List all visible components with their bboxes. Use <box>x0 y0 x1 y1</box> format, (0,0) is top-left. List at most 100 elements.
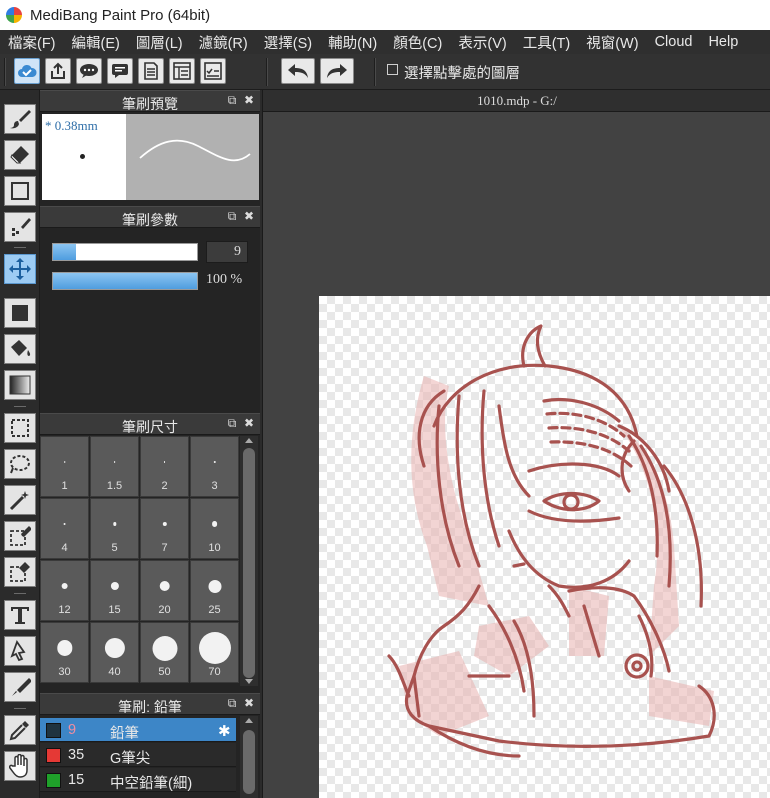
eyedropper-tool[interactable] <box>4 715 36 745</box>
move-tool[interactable] <box>4 254 36 284</box>
scrollbar-thumb[interactable] <box>243 448 255 678</box>
brush-size-dot <box>112 522 117 526</box>
brush-opacity-value: 100 % <box>206 272 243 287</box>
brush-tool[interactable] <box>4 104 36 134</box>
brush-opacity-slider[interactable] <box>52 272 198 290</box>
brush-list-item[interactable]: 9 鉛筆 ✱ <box>40 718 236 742</box>
gear-icon[interactable]: ✱ <box>218 722 231 740</box>
brush-size-value[interactable]: 9 <box>206 241 248 263</box>
scroll-up-icon[interactable] <box>245 718 253 723</box>
checklist-button[interactable] <box>200 58 226 84</box>
brush-size-cell[interactable]: 2 <box>140 436 189 497</box>
scroll-up-icon[interactable] <box>245 438 253 443</box>
brush-size-dot <box>113 461 116 463</box>
document-tab[interactable]: 1010.mdp - G:/ <box>263 90 770 112</box>
brush-size-cell[interactable]: 70 <box>190 622 239 683</box>
select-rectangle-tool[interactable] <box>4 413 36 443</box>
menu-color[interactable]: 顏色(C) <box>385 32 450 53</box>
undo-button[interactable] <box>281 58 315 84</box>
rectangle-tool[interactable] <box>4 176 36 206</box>
menu-file[interactable]: 檔案(F) <box>0 32 64 53</box>
page-button[interactable] <box>138 58 164 84</box>
toolbar-divider <box>374 58 376 86</box>
magic-wand-tool[interactable] <box>4 485 36 515</box>
brush-list-scrollbar[interactable] <box>240 716 258 798</box>
menu-window[interactable]: 視窗(W) <box>578 32 646 53</box>
bucket-tool[interactable] <box>4 334 36 364</box>
brush-size-cell[interactable]: 30 <box>40 622 89 683</box>
brush-size-cell[interactable]: 5 <box>90 498 139 559</box>
brush-size-dot <box>162 521 167 527</box>
close-icon[interactable]: ✖ <box>243 210 255 222</box>
close-icon[interactable]: ✖ <box>243 417 255 429</box>
brush-size-scrollbar[interactable] <box>240 436 258 686</box>
brush-size-cell[interactable]: 3 <box>190 436 239 497</box>
scroll-down-icon[interactable] <box>245 679 253 684</box>
menu-select[interactable]: 選擇(S) <box>256 32 320 53</box>
brush-size-cell[interactable]: 7 <box>140 498 189 559</box>
brush-name: G筆尖 <box>110 751 151 767</box>
scrollbar-thumb[interactable] <box>243 730 255 794</box>
lasso-icon <box>10 455 30 474</box>
message-button[interactable] <box>107 58 133 84</box>
canvas-workspace[interactable]: 1010.mdp - G:/ <box>262 90 770 798</box>
menu-cloud[interactable]: Cloud <box>647 34 701 50</box>
menu-help[interactable]: Help <box>700 34 746 50</box>
brush-size-number: 9 <box>68 722 77 738</box>
menu-filter[interactable]: 濾鏡(R) <box>191 32 256 53</box>
comment-button[interactable] <box>76 58 102 84</box>
menu-assist[interactable]: 輔助(N) <box>320 32 385 53</box>
lasso-tool[interactable] <box>4 449 36 479</box>
brush-list-item[interactable]: 15 中空鉛筆(細) <box>40 768 236 792</box>
brush-size-dot <box>63 522 66 526</box>
operation-tool[interactable] <box>4 636 36 666</box>
undock-icon[interactable]: ⧉ <box>226 210 238 222</box>
brush-size-cell[interactable]: 1.5 <box>90 436 139 497</box>
cloud-button[interactable] <box>14 58 40 84</box>
text-tool[interactable] <box>4 600 36 630</box>
blur-tool[interactable] <box>4 672 36 702</box>
eraser-tool[interactable] <box>4 140 36 170</box>
redo-button[interactable] <box>320 58 354 84</box>
brush-size-slider-fill <box>53 244 77 260</box>
brush-size-cell[interactable]: 50 <box>140 622 189 683</box>
brush-size-dot <box>211 521 218 527</box>
dot-brush-tool[interactable] <box>4 212 36 242</box>
brush-size-cell[interactable]: 1 <box>40 436 89 497</box>
brush-size-cell[interactable]: 4 <box>40 498 89 559</box>
select-clicked-layer-checkbox[interactable] <box>387 64 398 75</box>
menu-layer[interactable]: 圖層(L) <box>128 32 191 53</box>
select-pen-tool[interactable] <box>4 521 36 551</box>
gradient-tool[interactable] <box>4 370 36 400</box>
menu-view[interactable]: 表示(V) <box>450 32 514 53</box>
drawing-canvas[interactable] <box>319 296 770 798</box>
brush-name: 中空鉛筆(細) <box>110 776 193 792</box>
close-icon[interactable]: ✖ <box>243 94 255 106</box>
brush-size-cell[interactable]: 40 <box>90 622 139 683</box>
tool-divider <box>14 593 26 594</box>
panel-layout-button[interactable] <box>169 58 195 84</box>
brush-size-cell[interactable]: 25 <box>190 560 239 621</box>
share-button[interactable] <box>45 58 71 84</box>
brush-size-cell[interactable]: 12 <box>40 560 89 621</box>
brush-list-item[interactable]: 35 G筆尖 <box>40 743 236 767</box>
share-icon <box>51 62 65 79</box>
close-icon[interactable]: ✖ <box>243 697 255 709</box>
redo-icon <box>327 64 347 78</box>
undock-icon[interactable]: ⧉ <box>226 94 238 106</box>
select-eraser-tool[interactable] <box>4 557 36 587</box>
brush-list-header: 筆刷: 鉛筆 ⧉ ✖ <box>40 693 260 715</box>
brush-size-cell[interactable]: 15 <box>90 560 139 621</box>
brush-size-slider[interactable] <box>52 243 198 261</box>
menu-edit[interactable]: 編輯(E) <box>64 32 128 53</box>
fill-rectangle-tool[interactable] <box>4 298 36 328</box>
undock-icon[interactable]: ⧉ <box>226 417 238 429</box>
brush-size-cell[interactable]: 20 <box>140 560 189 621</box>
brush-list: 9 鉛筆 ✱ 35 G筆尖 15 中空鉛筆(細) <box>40 716 240 798</box>
undock-icon[interactable]: ⧉ <box>226 697 238 709</box>
brush-size-cell[interactable]: 10 <box>190 498 239 559</box>
hand-tool[interactable] <box>4 751 36 781</box>
menu-tools[interactable]: 工具(T) <box>515 32 579 53</box>
pen-blend-icon <box>12 678 31 696</box>
brush-color-swatch <box>46 773 61 788</box>
